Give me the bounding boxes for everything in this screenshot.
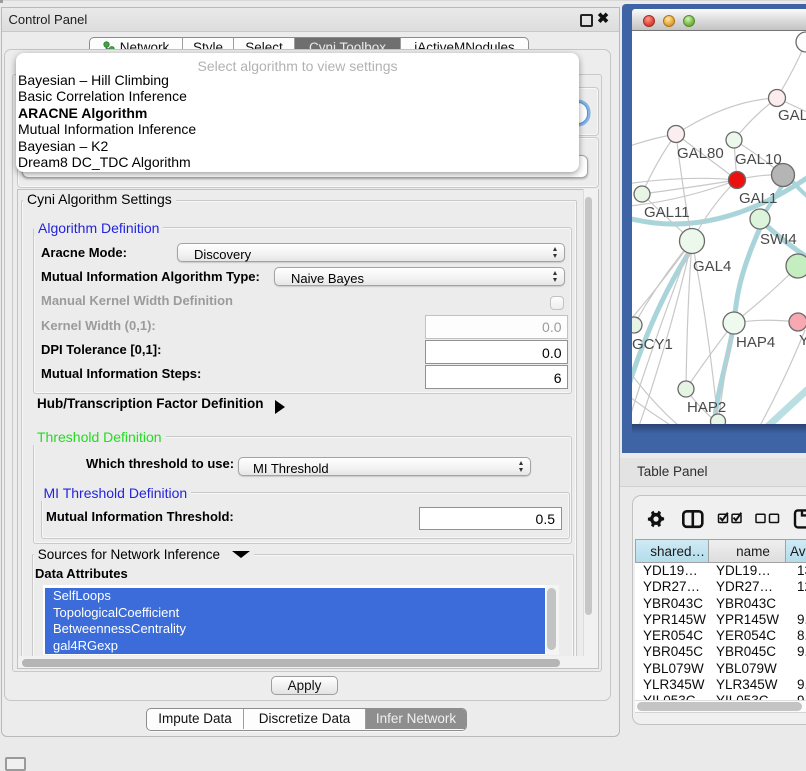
svg-text:Y: Y bbox=[799, 332, 806, 349]
svg-text:GAL10: GAL10 bbox=[735, 151, 782, 168]
svg-text:HAP2: HAP2 bbox=[687, 399, 726, 416]
svg-text:GAL4: GAL4 bbox=[693, 258, 731, 275]
svg-text:GAL80: GAL80 bbox=[677, 145, 724, 162]
svg-text:HAP4: HAP4 bbox=[736, 334, 775, 351]
svg-text:GAL1: GAL1 bbox=[739, 190, 777, 207]
svg-text:GAL7: GAL7 bbox=[778, 107, 806, 124]
svg-text:SWI4: SWI4 bbox=[760, 231, 797, 248]
svg-text:GCY1: GCY1 bbox=[632, 336, 673, 353]
svg-text:GAL11: GAL11 bbox=[644, 204, 690, 221]
